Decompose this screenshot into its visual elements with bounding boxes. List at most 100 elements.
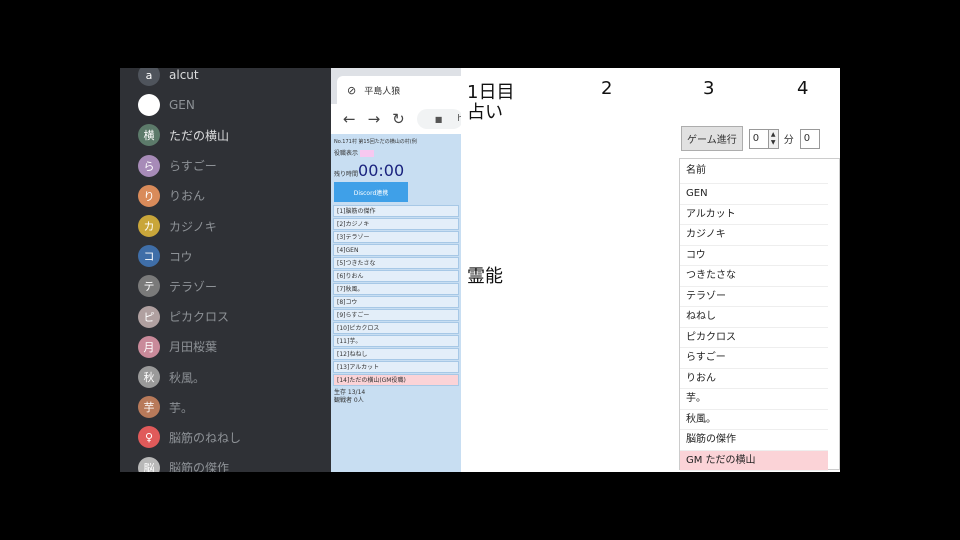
up-arrow-icon[interactable]: ▲ — [771, 131, 776, 139]
fortune-label: 占い — [467, 102, 503, 123]
name-row[interactable]: コウ — [680, 246, 828, 266]
day-header-2: 2 — [601, 78, 613, 99]
avatar: テ — [138, 275, 160, 298]
member-name: 脳筋のねねし — [169, 430, 242, 445]
member-item[interactable]: ♀ 脳筋のねねし — [138, 424, 241, 450]
no-entry-icon: ⊘ — [347, 83, 357, 97]
player-row[interactable]: [3]テラゾー — [333, 231, 459, 243]
day-header-3: 3 — [703, 78, 715, 99]
nav-bar: ← → ↻ ■ h — [331, 104, 461, 135]
player-row[interactable]: [4]GEN — [333, 244, 459, 256]
role-label: 役職表示 — [331, 147, 461, 161]
second-input[interactable]: 0 — [799, 128, 820, 149]
member-name: ピカクロス — [169, 310, 230, 325]
member-name: 秋風。 — [169, 370, 206, 385]
member-name: テラゾー — [169, 279, 218, 294]
avatar: 横 — [138, 124, 160, 147]
member-item[interactable]: テテラゾー — [138, 273, 217, 299]
medium-label: 霊能 — [467, 266, 503, 287]
player-row[interactable]: [8]コウ — [333, 296, 459, 308]
forward-icon[interactable]: → — [368, 110, 381, 128]
member-item[interactable]: a alcut — [138, 68, 199, 88]
browser-window: ⊘ 平島人狼 ← → ↻ ■ h No.171村 第15回ただの横山の村(例 役… — [331, 68, 461, 472]
avatar: 芋 — [138, 396, 160, 419]
game-pane: No.171村 第15回ただの横山の村(例 役職表示 残り時間00:00 Dis… — [331, 134, 461, 472]
vote-board: 1日目 2 3 4 占い 霊能 ゲーム進行 0 ▲ ▼ 分 0 名前 GEN アルカ… — [461, 68, 840, 472]
role-swatch — [359, 150, 374, 157]
reload-icon[interactable]: ↻ — [392, 110, 405, 128]
player-row[interactable]: [13]アルカット — [333, 361, 459, 373]
name-row[interactable]: りおん — [680, 369, 828, 389]
player-row[interactable]: [11]芋。 — [333, 335, 459, 347]
avatar: り — [138, 184, 160, 207]
survivor-info: 生存 13/14 観戦者 0人 — [331, 387, 461, 407]
down-arrow-icon[interactable]: ▼ — [771, 139, 776, 147]
member-item[interactable]: 芋芋。 — [138, 394, 193, 420]
player-row[interactable]: [10]ピカクロス — [333, 322, 459, 334]
spectator-count: 観戦者 0人 — [334, 397, 364, 404]
avatar: ♀ — [138, 426, 160, 449]
member-list: a alcut GEN 横ただの横山ららすごーりりおんカカジノキココウテテラゾーピピカ… — [120, 68, 331, 472]
tab-title: 平島人狼 — [364, 86, 401, 97]
member-item[interactable]: ららすごー — [138, 153, 217, 179]
member-item[interactable]: GEN — [138, 92, 195, 118]
name-row[interactable]: カジノキ — [680, 225, 828, 246]
member-name: カジノキ — [169, 219, 217, 234]
proceed-button[interactable]: ゲーム進行 — [681, 126, 743, 151]
gm-row[interactable]: GM ただの横山 — [680, 450, 828, 471]
player-row[interactable]: [1]脳筋の傑作 — [333, 205, 459, 217]
member-name: 月田桜葉 — [169, 340, 218, 355]
player-row[interactable]: [2]カジノキ — [333, 218, 459, 230]
name-list: 名前 GEN アルカット カジノキ コウ つきたさな テラゾー ねねし ピカクロス らすごー りお… — [679, 158, 840, 471]
member-item[interactable]: ピピカクロス — [138, 304, 229, 330]
member-item[interactable]: りりおん — [138, 183, 205, 209]
discord-link-button[interactable]: Discord連携 — [334, 182, 408, 202]
member-name: コウ — [169, 249, 193, 264]
browser-tab[interactable]: ⊘ 平島人狼 — [337, 76, 461, 104]
member-item[interactable]: 秋秋風。 — [138, 364, 205, 390]
player-row[interactable]: [5]つきたさな — [333, 257, 459, 269]
survivor-count: 生存 13/14 — [334, 389, 366, 396]
member-item[interactable]: ココウ — [138, 243, 193, 269]
minute-input[interactable]: 0 — [748, 128, 769, 149]
role-label-text: 役職表示 — [334, 150, 359, 157]
avatar — [138, 94, 160, 117]
member-name: 脳筋の傑作 — [169, 461, 230, 472]
member-item[interactable]: 横ただの横山 — [138, 122, 229, 148]
name-row[interactable]: 脳筋の傑作 — [680, 430, 828, 451]
timer-row: 残り時間00:00 — [331, 161, 461, 180]
timer: 00:00 — [358, 161, 405, 180]
lock-icon: ■ — [434, 114, 443, 124]
player-row[interactable]: [9]らすごー — [333, 309, 459, 321]
back-icon[interactable]: ← — [343, 110, 356, 128]
avatar: カ — [138, 215, 160, 237]
minute-spinner[interactable]: ▲ ▼ — [768, 128, 779, 149]
name-row[interactable]: ねねし — [680, 307, 828, 328]
name-row[interactable]: GEN — [680, 184, 828, 205]
avatar: ピ — [138, 305, 160, 328]
name-row[interactable]: テラゾー — [680, 287, 828, 307]
name-row[interactable]: ピカクロス — [680, 328, 828, 348]
member-item[interactable]: カカジノキ — [138, 213, 217, 239]
player-row[interactable]: [12]ねねし — [333, 348, 459, 360]
name-row[interactable]: つきたさな — [680, 266, 828, 287]
member-item[interactable]: 脳脳筋の傑作 — [138, 455, 229, 472]
member-name: ただの横山 — [169, 128, 230, 143]
player-row[interactable]: [14]ただの横山(GM役職) — [333, 374, 459, 386]
name-row[interactable]: 芋。 — [680, 389, 828, 410]
player-row[interactable]: [7]秋風。 — [333, 283, 459, 295]
avatar: ら — [138, 154, 160, 177]
member-name: GEN — [169, 98, 195, 113]
player-row[interactable]: [6]りおん — [333, 270, 459, 282]
member-name: らすごー — [169, 159, 217, 174]
name-row[interactable]: アルカット — [680, 205, 828, 225]
day-header-4: 4 — [797, 78, 809, 99]
avatar: a — [138, 68, 160, 86]
member-item[interactable]: 月月田桜葉 — [138, 334, 217, 360]
game-controls: ゲーム進行 0 ▲ ▼ 分 0 — [681, 126, 820, 151]
address-bar[interactable]: ■ h — [416, 109, 461, 129]
tab-bar: ⊘ 平島人狼 — [331, 68, 461, 104]
avatar: 月 — [138, 335, 160, 358]
name-row[interactable]: 秋風。 — [680, 410, 828, 430]
name-row[interactable]: らすごー — [680, 348, 828, 369]
